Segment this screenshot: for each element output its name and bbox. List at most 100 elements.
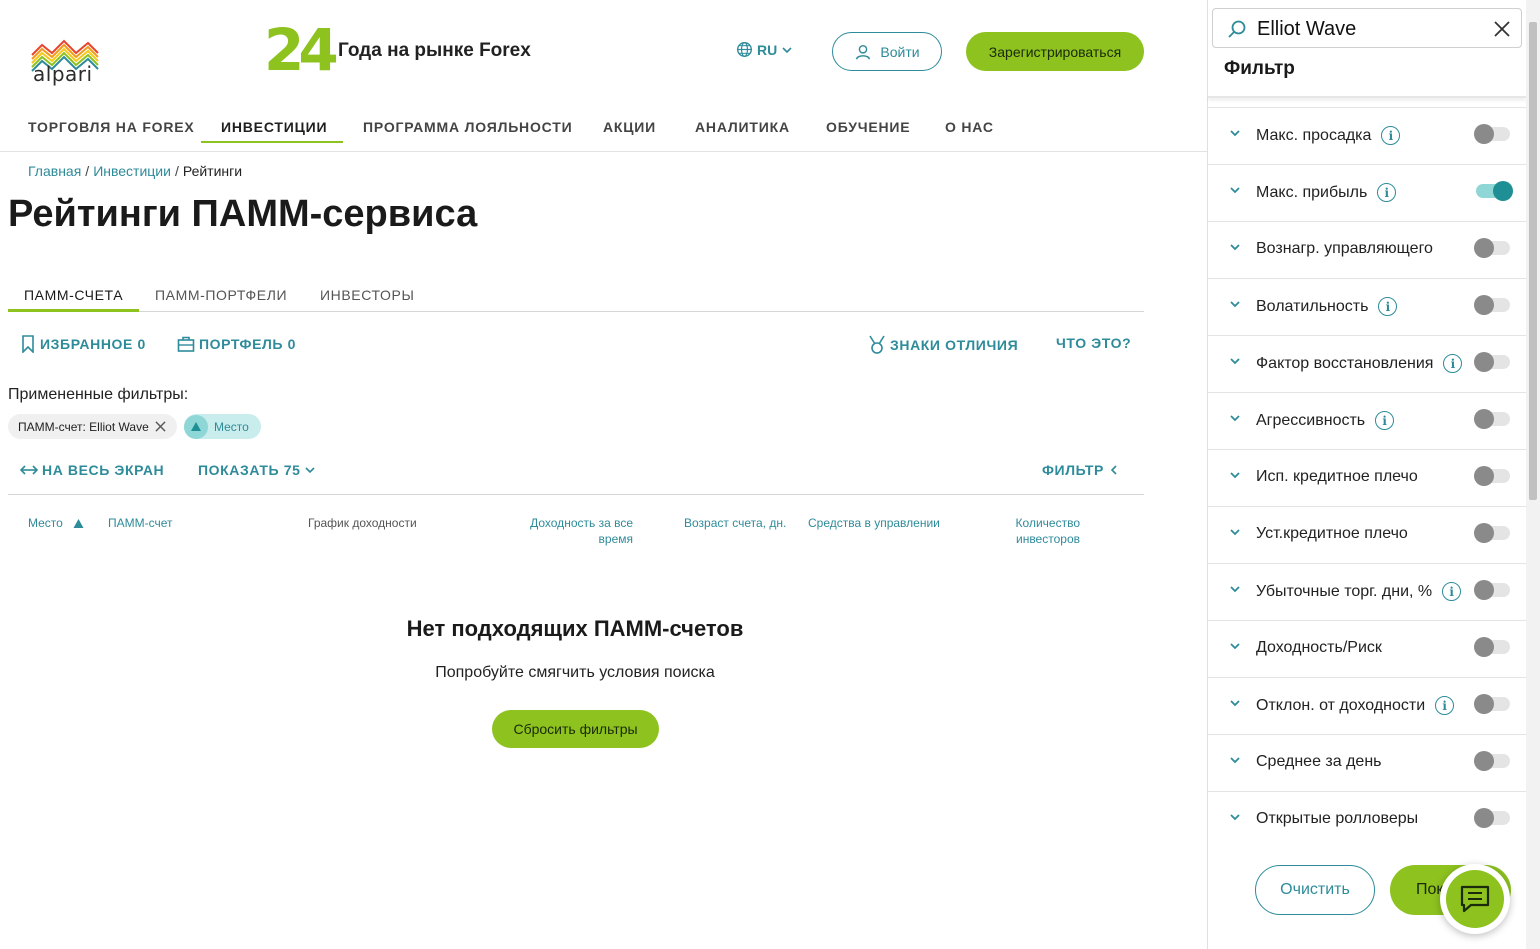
show-count-dropdown[interactable]: ПОКАЗАТЬ 75	[198, 462, 316, 478]
reset-filters-button[interactable]: Сбросить фильтры	[492, 710, 659, 748]
badges-button[interactable]: ЗНАКИ ОТЛИЧИЯ	[868, 335, 1018, 355]
filter-toggle[interactable]	[1474, 694, 1510, 714]
breadcrumb-separator: /	[85, 163, 90, 179]
filter-toggle-button[interactable]: ФИЛЬТР	[1042, 462, 1120, 478]
filter-row-losing-days[interactable]: Убыточные торг. дни, % i	[1208, 563, 1526, 620]
filter-row-aggressiveness[interactable]: Агрессивность i	[1208, 392, 1526, 449]
portfolio-button[interactable]: ПОРТФЕЛЬ 0	[177, 335, 296, 353]
toggle-knob	[1474, 295, 1494, 315]
fullscreen-button[interactable]: НА ВЕСЬ ЭКРАН	[20, 462, 164, 478]
search-input[interactable]	[1257, 17, 1477, 41]
scrollbar[interactable]	[1526, 0, 1540, 949]
filter-row-volatility[interactable]: Волатильность i	[1208, 278, 1526, 335]
breadcrumb-investments[interactable]: Инвестиции	[93, 163, 171, 179]
login-button[interactable]: Войти	[832, 32, 942, 71]
chevron-down-icon[interactable]	[1228, 240, 1242, 254]
info-icon[interactable]: i	[1442, 582, 1462, 601]
filter-row-return-deviation[interactable]: Отклон. от доходности i	[1208, 677, 1526, 734]
filter-label-text: Фактор восстановления	[1256, 354, 1434, 372]
nav-item-investments[interactable]: ИНВЕСТИЦИИ	[221, 119, 327, 135]
fullscreen-label: НА ВЕСЬ ЭКРАН	[42, 462, 165, 478]
close-icon[interactable]	[155, 421, 166, 432]
register-button[interactable]: Зарегистрироваться	[966, 32, 1144, 71]
filter-toggle[interactable]	[1474, 523, 1510, 543]
filter-chip-account[interactable]: ПАММ-счет: Elliot Wave	[8, 414, 177, 439]
info-icon[interactable]: i	[1435, 696, 1455, 715]
what-is-this-link[interactable]: ЧТО ЭТО?	[1056, 335, 1131, 351]
filter-row-set-leverage[interactable]: Уст.кредитное плечо	[1208, 506, 1526, 563]
filter-row-open-rollovers[interactable]: Открытые ролловеры	[1208, 791, 1526, 848]
chevron-down-icon[interactable]	[1228, 183, 1242, 197]
chevron-down-icon[interactable]	[1228, 753, 1242, 767]
filter-toggle[interactable]	[1474, 124, 1510, 144]
tab-investors[interactable]: ИНВЕСТОРЫ	[320, 287, 414, 303]
info-icon[interactable]: i	[1375, 411, 1395, 430]
filter-row-daily-average[interactable]: Среднее за день	[1208, 734, 1526, 791]
tab-pamm-accounts[interactable]: ПАММ-СЧЕТА	[24, 287, 123, 303]
filter-row-manager-reward[interactable]: Вознагр. управляющего	[1208, 221, 1526, 278]
filter-toggle[interactable]	[1474, 466, 1510, 486]
chevron-down-icon[interactable]	[1228, 810, 1242, 824]
filter-chip-sort[interactable]: Место	[184, 414, 261, 439]
col-header-return-line2: время	[598, 532, 633, 546]
favorites-button[interactable]: ИЗБРАННОЕ 0	[20, 335, 146, 353]
filter-row-label: Уст.кредитное плечо	[1256, 525, 1408, 543]
info-icon[interactable]: i	[1378, 297, 1398, 316]
info-icon[interactable]: i	[1381, 126, 1401, 145]
chevron-down-icon[interactable]	[1228, 468, 1242, 482]
clear-button[interactable]: Очистить	[1255, 865, 1375, 915]
col-header-place[interactable]: Место	[28, 515, 84, 531]
chevron-down-icon[interactable]	[1228, 525, 1242, 539]
filter-toggle[interactable]	[1474, 352, 1510, 372]
filter-toggle[interactable]	[1474, 295, 1510, 315]
nav-item-about[interactable]: О НАС	[945, 119, 994, 135]
breadcrumb-home[interactable]: Главная	[28, 163, 81, 179]
filter-chip-sort-label: Место	[214, 419, 249, 434]
chevron-down-icon[interactable]	[1228, 582, 1242, 596]
what-is-this-label: ЧТО ЭТО?	[1056, 335, 1132, 351]
panel-divider	[1208, 96, 1526, 98]
info-icon[interactable]: i	[1443, 354, 1463, 373]
chevron-down-icon[interactable]	[1228, 126, 1242, 140]
nav-item-promos[interactable]: АКЦИИ	[603, 119, 656, 135]
col-header-age[interactable]: Возраст счета, дн.	[684, 515, 786, 531]
filter-toggle[interactable]	[1474, 637, 1510, 657]
filter-row-max-profit[interactable]: Макс. прибыль i	[1208, 164, 1526, 221]
filter-toggle[interactable]	[1474, 238, 1510, 258]
chat-widget-button[interactable]	[1440, 864, 1510, 934]
scrollbar-thumb[interactable]	[1529, 22, 1537, 500]
tab-pamm-portfolios[interactable]: ПАММ-ПОРТФЕЛИ	[155, 287, 287, 303]
col-header-funds[interactable]: Средства в управлении	[808, 515, 940, 531]
filter-toggle[interactable]	[1474, 751, 1510, 771]
filter-label-text: Волатильность	[1256, 297, 1369, 315]
filter-row-label: Убыточные торг. дни, % i	[1256, 582, 1462, 601]
nav-item-loyalty[interactable]: ПРОГРАММА ЛОЯЛЬНОСТИ	[363, 119, 572, 135]
filter-row-recovery-factor[interactable]: Фактор восстановления i	[1208, 335, 1526, 392]
language-selector[interactable]: RU	[736, 41, 793, 58]
filter-row-max-drawdown[interactable]: Макс. просадка i	[1208, 107, 1526, 164]
nav-item-education[interactable]: ОБУЧЕНИЕ	[826, 119, 910, 135]
bookmark-icon	[22, 335, 34, 353]
chevron-down-icon[interactable]	[1228, 639, 1242, 653]
nav-item-analytics[interactable]: АНАЛИТИКА	[695, 119, 790, 135]
col-header-investors[interactable]: Количество инвесторов	[1000, 515, 1080, 547]
close-icon[interactable]	[1493, 20, 1511, 38]
col-header-return[interactable]: Доходность за все время	[500, 515, 633, 547]
chevron-down-icon[interactable]	[1228, 696, 1242, 710]
chevron-down-icon[interactable]	[1228, 411, 1242, 425]
toggle-knob	[1474, 751, 1494, 771]
filter-toggle[interactable]	[1476, 181, 1513, 201]
chevron-down-icon[interactable]	[1228, 297, 1242, 311]
col-header-account[interactable]: ПАММ-счет	[108, 515, 173, 531]
portfolio-label: ПОРТФЕЛЬ 0	[199, 336, 296, 352]
chevron-down-icon[interactable]	[1228, 354, 1242, 368]
filter-toggle[interactable]	[1474, 409, 1510, 429]
page-title: Рейтинги ПАММ-сервиса	[8, 193, 478, 235]
filter-row-return-risk[interactable]: Доходность/Риск	[1208, 620, 1526, 677]
filter-row-used-leverage[interactable]: Исп. кредитное плечо	[1208, 449, 1526, 506]
filter-toggle[interactable]	[1474, 580, 1510, 600]
show-count-label: ПОКАЗАТЬ 75	[198, 462, 301, 478]
info-icon[interactable]: i	[1377, 183, 1397, 202]
nav-item-forex[interactable]: ТОРГОВЛЯ НА FOREX	[28, 119, 195, 135]
filter-toggle[interactable]	[1474, 808, 1510, 828]
